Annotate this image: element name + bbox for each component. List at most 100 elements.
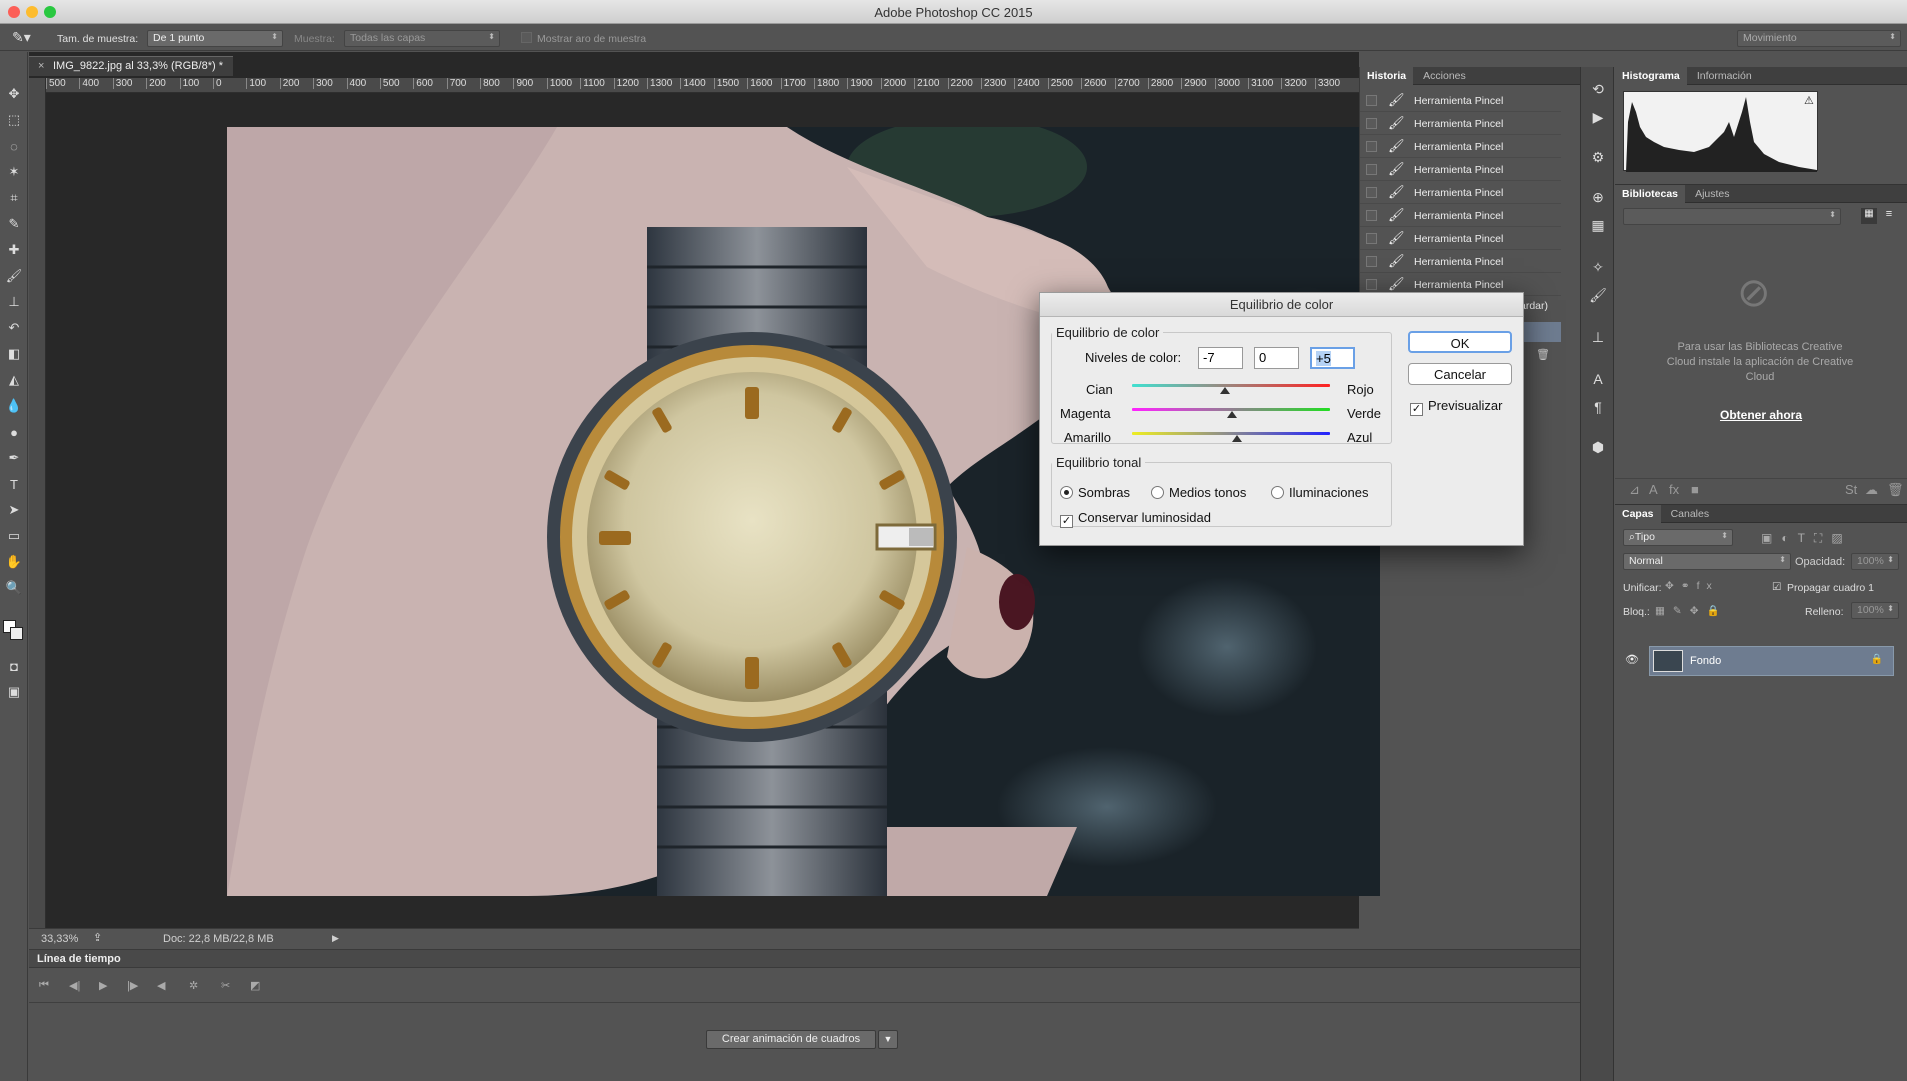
lock-icons[interactable]: ▦✎✥🔒 [1655, 604, 1728, 617]
cyan-red-level-input[interactable]: -7 [1198, 347, 1243, 369]
tab-layers[interactable]: Capas [1615, 505, 1661, 523]
path-selection-tool-icon[interactable]: ➤ [3, 500, 25, 520]
tab-channels[interactable]: Canales [1664, 505, 1717, 523]
crop-tool-icon[interactable]: ⌗ [3, 188, 25, 208]
3d-panel-icon[interactable]: ⊕ [1588, 189, 1608, 209]
grid-view-icon[interactable]: ▦ [1861, 208, 1877, 224]
pen-tool-icon[interactable]: ✒ [3, 448, 25, 468]
actions-panel-icon[interactable]: ▶ [1588, 109, 1608, 129]
screen-mode-icon[interactable]: ▣ [3, 682, 25, 702]
lasso-tool-icon[interactable]: ◌ [3, 136, 25, 156]
tab-info[interactable]: Información [1690, 67, 1759, 85]
history-item[interactable]: 🖌 Herramienta Pincel [1360, 90, 1561, 112]
split-icon[interactable]: ✂ [221, 979, 230, 992]
add-text-style-icon[interactable]: A [1649, 482, 1658, 497]
paint-bucket-tool-icon[interactable]: ◭ [3, 370, 25, 390]
healing-brush-tool-icon[interactable]: ✚ [3, 240, 25, 260]
history-item-partial[interactable]: ardar) [1520, 300, 1548, 312]
delete-library-item-icon[interactable]: 🗑 [1887, 482, 1904, 498]
history-item[interactable]: 🖌 Herramienta Pincel [1360, 136, 1561, 158]
character-panel-icon[interactable]: A [1588, 371, 1608, 391]
first-frame-icon[interactable]: ⏮ [39, 979, 49, 992]
close-document-icon[interactable]: × [38, 60, 44, 72]
history-item[interactable]: 🖌 Herramienta Pincel [1360, 113, 1561, 135]
stock-icon[interactable]: St [1845, 482, 1857, 497]
preserve-luminosity-checkbox[interactable]: ✓ Conservar luminosidad [1060, 510, 1211, 528]
show-ring-checkbox[interactable] [521, 32, 532, 43]
vertical-ruler[interactable] [29, 78, 46, 938]
eyedropper-tool-preset-icon[interactable]: ✎▾ [12, 29, 31, 46]
tab-actions[interactable]: Acciones [1416, 67, 1473, 85]
yellow-blue-slider-knob[interactable] [1232, 435, 1242, 442]
blend-mode-select[interactable]: Normal [1623, 553, 1791, 570]
histogram-warning-icon[interactable]: ⚠ [1804, 94, 1814, 107]
layer-row-fondo[interactable]: Fondo 🔒 [1649, 646, 1894, 676]
tab-adjustments[interactable]: Ajustes [1688, 185, 1736, 203]
clone-stamp-tool-icon[interactable]: ⊥ [3, 292, 25, 312]
status-menu-arrow-icon[interactable]: ▶ [332, 933, 339, 944]
visibility-eye-icon[interactable]: 👁 [1625, 653, 1639, 666]
marquee-tool-icon[interactable]: ⬚ [3, 110, 25, 130]
yellow-blue-slider-track[interactable] [1132, 432, 1330, 435]
sample-select[interactable]: Todas las capas [344, 30, 500, 47]
clone-source-icon[interactable]: ⊥ [1588, 329, 1608, 349]
audio-icon[interactable]: ◀ [157, 979, 165, 992]
play-icon[interactable]: ▶ [99, 979, 107, 992]
blur-tool-icon[interactable]: 💧 [3, 396, 25, 416]
layer-filter-select[interactable]: ⌕Tipo [1623, 529, 1733, 546]
swatches-panel-icon[interactable]: ▦ [1588, 217, 1608, 237]
history-item[interactable]: 🖌 Herramienta Pincel [1360, 182, 1561, 204]
add-color-icon[interactable]: ■ [1691, 482, 1699, 497]
tab-libraries[interactable]: Bibliotecas [1615, 185, 1686, 203]
sync-icon[interactable]: ☁ [1865, 482, 1878, 498]
fill-input[interactable]: 100% [1851, 602, 1899, 619]
add-layer-style-icon[interactable]: fx [1669, 482, 1679, 497]
history-item[interactable]: 🖌 Herramienta Pincel [1360, 205, 1561, 227]
previous-frame-icon[interactable]: ◀| [69, 979, 80, 992]
magenta-green-slider-knob[interactable] [1227, 411, 1237, 418]
horizontal-ruler[interactable]: 500 400 300 200 100 0 100 200 300 400 500 600 700 800… [46, 78, 1359, 93]
layer-name[interactable]: Fondo [1690, 655, 1721, 667]
export-icon[interactable]: ⇪ [93, 931, 102, 944]
ok-button[interactable]: OK [1408, 331, 1512, 353]
cyan-red-slider-track[interactable] [1132, 384, 1330, 387]
sample-size-select[interactable]: De 1 punto [147, 30, 283, 47]
layer-filter-icons[interactable]: ▣◐T⛶▨ [1761, 531, 1852, 546]
next-frame-icon[interactable]: |▶ [127, 979, 138, 992]
history-item[interactable]: 🖌 Herramienta Pincel [1360, 159, 1561, 181]
history-brush-tool-icon[interactable]: ↶ [3, 318, 25, 338]
background-color-swatch[interactable] [10, 627, 23, 640]
highlights-radio[interactable]: Iluminaciones [1271, 485, 1369, 500]
history-item[interactable]: 🖌 Herramienta Pincel [1360, 251, 1561, 273]
get-now-link[interactable]: Obtener ahora [1615, 408, 1907, 422]
transition-icon[interactable]: ◩ [250, 979, 260, 992]
brush-tool-icon[interactable]: 🖌 [3, 266, 25, 286]
dodge-tool-icon[interactable]: ● [3, 422, 25, 442]
rectangle-tool-icon[interactable]: ▭ [3, 526, 25, 546]
cyan-red-slider-knob[interactable] [1220, 387, 1230, 394]
preview-checkbox[interactable]: ✓ Previsualizar [1410, 398, 1502, 416]
magenta-green-level-input[interactable]: 0 [1254, 347, 1299, 369]
type-tool-icon[interactable]: T [3, 474, 25, 494]
unify-icons[interactable]: ✥⚭fx [1665, 580, 1719, 592]
quick-mask-icon[interactable]: ◘ [3, 656, 25, 676]
document-tab[interactable]: × IMG_9822.jpg al 33,3% (RGB/8*) * [29, 56, 233, 76]
list-view-icon[interactable]: ≡ [1881, 208, 1897, 224]
magic-wand-tool-icon[interactable]: ✶ [3, 162, 25, 182]
3d-materials-icon[interactable]: ⬢ [1588, 439, 1608, 459]
tab-history[interactable]: Historia [1360, 67, 1414, 85]
history-panel-icon[interactable]: ⟲ [1588, 81, 1608, 101]
history-item[interactable]: 🖌 Herramienta Pincel [1360, 228, 1561, 250]
zoom-level[interactable]: 33,33% [41, 933, 78, 945]
opacity-input[interactable]: 100% [1851, 553, 1899, 570]
paragraph-panel-icon[interactable]: ¶ [1588, 399, 1608, 419]
shadows-radio[interactable]: Sombras [1060, 485, 1130, 500]
cancel-button[interactable]: Cancelar [1408, 363, 1512, 385]
brush-presets-icon[interactable]: ✧ [1588, 259, 1608, 279]
move-tool-icon[interactable]: ✥ [3, 84, 25, 104]
midtones-radio[interactable]: Medios tonos [1151, 485, 1246, 500]
yellow-blue-level-input[interactable]: +5 [1310, 347, 1355, 369]
create-frame-animation-button[interactable]: Crear animación de cuadros [706, 1030, 876, 1049]
workspace-select[interactable]: Movimiento [1737, 30, 1901, 47]
create-animation-dropdown-icon[interactable]: ▼ [878, 1030, 898, 1049]
